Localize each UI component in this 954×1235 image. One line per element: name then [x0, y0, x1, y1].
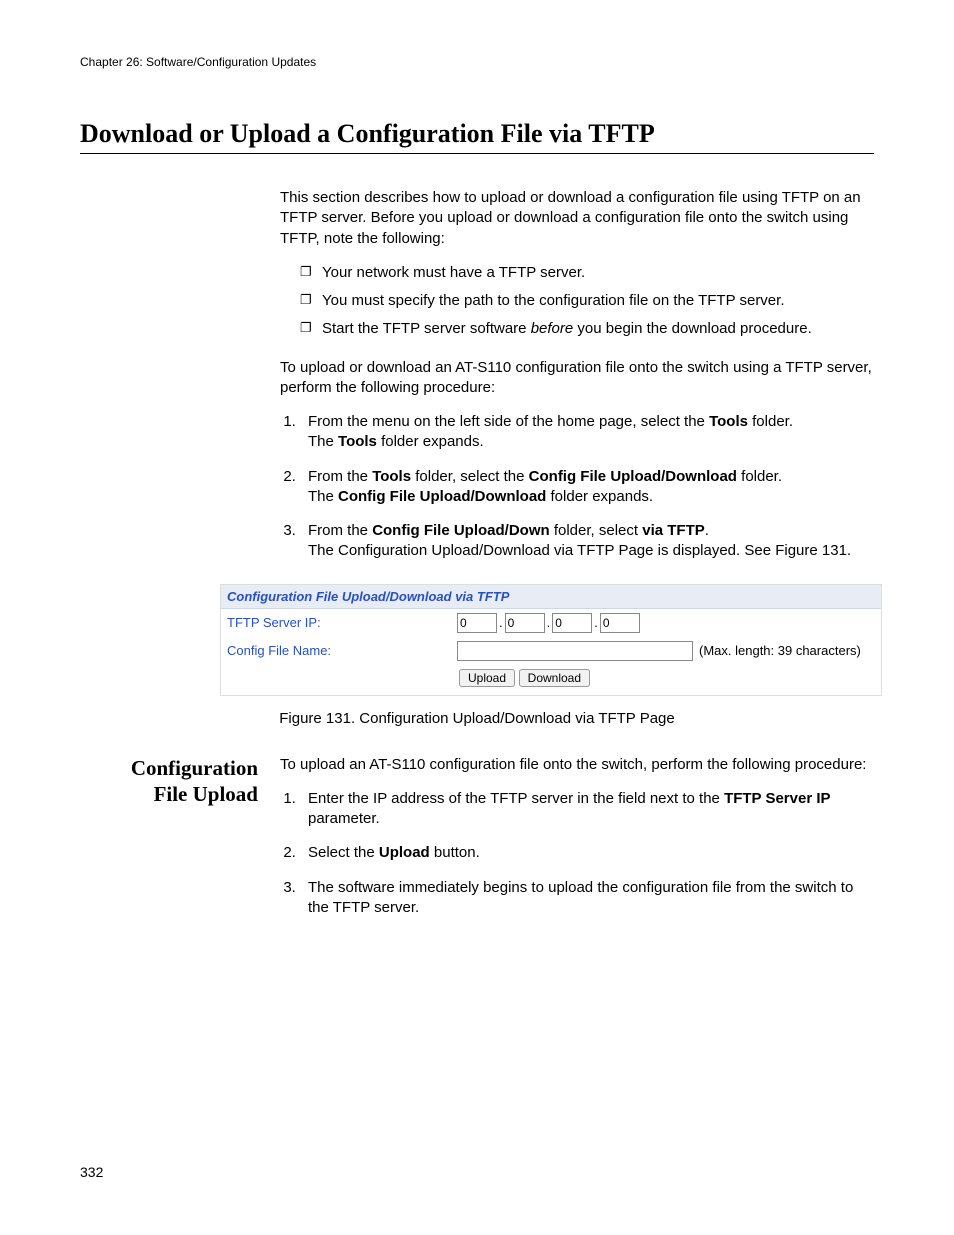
step-item: From the Tools folder, select the Config…	[300, 467, 874, 508]
body-column: This section describes how to upload or …	[280, 188, 874, 562]
tftp-ip-row: TFTP Server IP: . . .	[221, 609, 881, 637]
text: folder expands.	[546, 488, 653, 505]
bold: Tools	[709, 413, 748, 430]
page-title: Download or Upload a Configuration File …	[80, 119, 874, 149]
page-number: 332	[80, 1164, 103, 1180]
dot: .	[547, 615, 551, 630]
side-heading: Configuration File Upload	[80, 755, 280, 937]
text: folder expands.	[377, 433, 484, 450]
upload-steps: Enter the IP address of the TFTP server …	[280, 789, 874, 918]
config-file-input[interactable]	[457, 641, 693, 661]
text: Enter the IP address of the TFTP server …	[308, 790, 724, 807]
upload-intro: To upload an AT-S110 configuration file …	[280, 755, 874, 775]
text: The	[308, 433, 338, 450]
download-button[interactable]: Download	[519, 669, 590, 687]
config-file-upload-section: Configuration File Upload To upload an A…	[80, 755, 874, 937]
config-file-row: Config File Name: (Max. length: 39 chara…	[221, 637, 881, 665]
bold: Config File Upload/Download	[338, 488, 546, 505]
tftp-ip-label: TFTP Server IP:	[227, 615, 457, 630]
text: From the menu on the left side of the ho…	[308, 413, 709, 430]
procedure-lead: To upload or download an AT-S110 configu…	[280, 358, 874, 399]
config-file-label: Config File Name:	[227, 643, 457, 658]
bold: Tools	[338, 433, 377, 450]
text: folder.	[748, 413, 793, 430]
text: From the	[308, 468, 372, 485]
note-item: Your network must have a TFTP server.	[300, 263, 874, 283]
text: From the	[308, 522, 372, 539]
button-row: Upload Download	[221, 665, 881, 695]
figure-caption: Figure 131. Configuration Upload/Downloa…	[80, 710, 874, 727]
step-item: From the menu on the left side of the ho…	[300, 412, 874, 453]
emphasis: before	[531, 320, 574, 337]
notes-list: Your network must have a TFTP server. Yo…	[280, 263, 874, 340]
text: folder, select the	[411, 468, 529, 485]
text: parameter.	[308, 810, 380, 827]
procedure-steps: From the menu on the left side of the ho…	[280, 412, 874, 562]
page: Chapter 26: Software/Configuration Updat…	[0, 0, 954, 1235]
text: File Upload	[154, 782, 258, 806]
text: Start the TFTP server software	[322, 320, 531, 337]
intro-paragraph: This section describes how to upload or …	[280, 188, 874, 249]
bold: Config File Upload/Download	[529, 468, 737, 485]
title-rule	[80, 153, 874, 154]
tftp-ip-octet-4[interactable]	[600, 613, 640, 633]
note-item: Start the TFTP server software before yo…	[300, 319, 874, 339]
side-body: To upload an AT-S110 configuration file …	[280, 755, 874, 937]
tftp-ip-octet-3[interactable]	[552, 613, 592, 633]
text: button.	[430, 844, 480, 861]
step-item: From the Config File Upload/Down folder,…	[300, 521, 874, 562]
text: The	[308, 488, 338, 505]
step-item: Select the Upload button.	[300, 843, 874, 863]
text: The Configuration Upload/Download via TF…	[308, 542, 851, 559]
dot: .	[499, 615, 503, 630]
text: folder, select	[550, 522, 643, 539]
tftp-ip-octet-1[interactable]	[457, 613, 497, 633]
text: Configuration	[131, 756, 258, 780]
upload-button[interactable]: Upload	[459, 669, 515, 687]
step-item: Enter the IP address of the TFTP server …	[300, 789, 874, 830]
bold: via TFTP	[642, 522, 705, 539]
step-item: The software immediately begins to uploa…	[300, 878, 874, 919]
bold: Config File Upload/Down	[372, 522, 549, 539]
bold: Tools	[372, 468, 411, 485]
dot: .	[594, 615, 598, 630]
panel-title: Configuration File Upload/Download via T…	[221, 585, 881, 609]
text: Select the	[308, 844, 379, 861]
text: .	[705, 522, 709, 539]
note-item: You must specify the path to the configu…	[300, 291, 874, 311]
text: folder.	[737, 468, 782, 485]
max-length-hint: (Max. length: 39 characters)	[699, 643, 861, 658]
tftp-ip-octet-2[interactable]	[505, 613, 545, 633]
tftp-config-panel: Configuration File Upload/Download via T…	[220, 584, 882, 696]
bold: TFTP Server IP	[724, 790, 830, 807]
chapter-header: Chapter 26: Software/Configuration Updat…	[80, 55, 874, 69]
bold: Upload	[379, 844, 430, 861]
text: you begin the download procedure.	[573, 320, 812, 337]
